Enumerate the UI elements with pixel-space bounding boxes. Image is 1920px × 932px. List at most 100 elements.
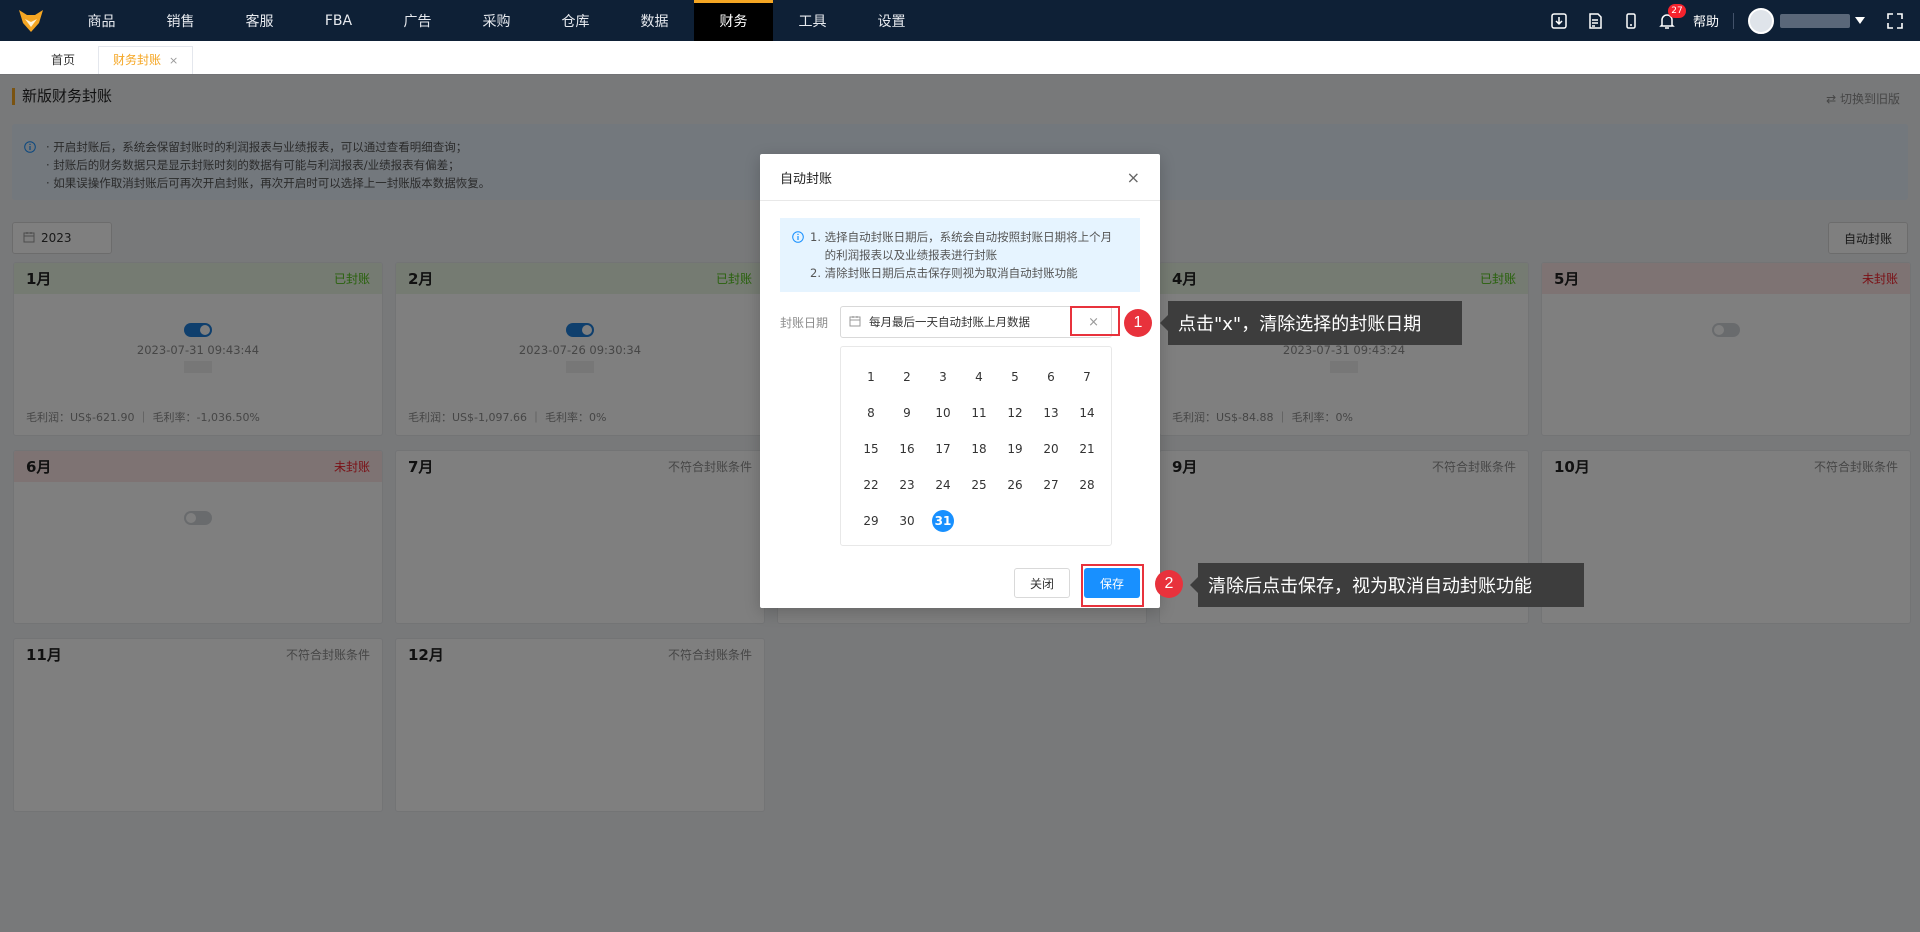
- day-number: 20: [1043, 442, 1059, 456]
- day-number: 27: [1043, 478, 1059, 492]
- nav-item-purchasing[interactable]: 采购: [457, 0, 536, 41]
- notice-line: 的利润报表以及业绩报表进行封账: [810, 248, 998, 262]
- day-number: 3: [939, 370, 947, 384]
- nav-item-tools[interactable]: 工具: [773, 0, 852, 41]
- day-number: 11: [971, 406, 987, 420]
- bell-icon[interactable]: 27: [1649, 0, 1686, 41]
- calendar-day[interactable]: 1: [853, 359, 889, 395]
- download-icon[interactable]: [1541, 0, 1577, 41]
- avatar[interactable]: [1748, 7, 1774, 34]
- calendar-day[interactable]: 14: [1069, 395, 1105, 431]
- calendar-day[interactable]: 3: [925, 359, 961, 395]
- calendar-day[interactable]: 6: [1033, 359, 1069, 395]
- close-icon[interactable]: ×: [169, 54, 178, 67]
- calendar-day[interactable]: 19: [997, 431, 1033, 467]
- calendar-day[interactable]: 31: [925, 503, 961, 539]
- tab-home[interactable]: 首页: [36, 46, 90, 74]
- day-number: 4: [975, 370, 983, 384]
- calendar-day[interactable]: 17: [925, 431, 961, 467]
- calendar-day[interactable]: 30: [889, 503, 925, 539]
- calendar-day[interactable]: 29: [853, 503, 889, 539]
- day-number: 31: [932, 510, 954, 532]
- calendar-day[interactable]: 13: [1033, 395, 1069, 431]
- nav-item-products[interactable]: 商品: [62, 0, 141, 41]
- calendar-day[interactable]: 5: [997, 359, 1033, 395]
- nav-item-customer-service[interactable]: 客服: [220, 0, 299, 41]
- calendar-icon: [849, 315, 861, 330]
- calendar-day[interactable]: 9: [889, 395, 925, 431]
- close-button[interactable]: 关闭: [1014, 568, 1070, 598]
- day-number: 24: [935, 478, 951, 492]
- nav-item-data[interactable]: 数据: [615, 0, 694, 41]
- calendar-day[interactable]: 26: [997, 467, 1033, 503]
- calendar-day[interactable]: 4: [961, 359, 997, 395]
- notification-badge: 27: [1667, 4, 1686, 18]
- dialog-notice: 1. 选择自动封账日期后，系统会自动按照封账日期将上个月 的利润报表以及业绩报表…: [780, 218, 1140, 292]
- day-number: 8: [867, 406, 875, 420]
- calendar-day[interactable]: 22: [853, 467, 889, 503]
- calendar-day[interactable]: 27: [1033, 467, 1069, 503]
- annotation-tooltip: 清除后点击保存，视为取消自动封账功能: [1190, 563, 1584, 607]
- caret-down-icon[interactable]: [1850, 0, 1870, 41]
- annotation-tooltip: 点击"x"，清除选择的封账日期: [1160, 301, 1462, 345]
- calendar-day[interactable]: 12: [997, 395, 1033, 431]
- day-number: 21: [1079, 442, 1095, 456]
- nav-item-finance[interactable]: 财务: [694, 0, 773, 41]
- day-number: 28: [1079, 478, 1095, 492]
- calendar-day[interactable]: 15: [853, 431, 889, 467]
- notice-line: 2. 清除封账日期后点击保存则视为取消自动封账功能: [810, 266, 1078, 280]
- tab-finance-closing[interactable]: 财务封账 ×: [98, 46, 194, 74]
- calendar-day[interactable]: 18: [961, 431, 997, 467]
- day-number: 25: [971, 478, 987, 492]
- tab-label: 财务封账: [113, 53, 162, 67]
- step-badge: 1: [1124, 309, 1152, 337]
- nav-item-warehouse[interactable]: 仓库: [536, 0, 615, 41]
- calendar-day[interactable]: 2: [889, 359, 925, 395]
- username-blurred[interactable]: [1780, 13, 1850, 28]
- notice-line: 1. 选择自动封账日期后，系统会自动按照封账日期将上个月: [810, 230, 1113, 244]
- document-icon[interactable]: [1577, 0, 1613, 41]
- step-badge: 2: [1155, 570, 1183, 598]
- fox-logo-icon[interactable]: [0, 0, 62, 41]
- calendar-day[interactable]: 24: [925, 467, 961, 503]
- day-number: 19: [1007, 442, 1023, 456]
- day-number: 1: [867, 370, 875, 384]
- dialog-title: 自动封账: [780, 171, 833, 187]
- divider: [1733, 12, 1734, 29]
- calendar-day[interactable]: 25: [961, 467, 997, 503]
- day-number: 26: [1007, 478, 1023, 492]
- close-icon[interactable]: ×: [1127, 168, 1140, 187]
- nav-item-sales[interactable]: 销售: [141, 0, 220, 41]
- mobile-icon[interactable]: [1613, 0, 1649, 41]
- calendar-day[interactable]: 10: [925, 395, 961, 431]
- day-number: 16: [899, 442, 915, 456]
- calendar-day[interactable]: 7: [1069, 359, 1105, 395]
- day-number: 23: [899, 478, 915, 492]
- day-number: 18: [971, 442, 987, 456]
- info-icon: [792, 230, 804, 248]
- calendar-day[interactable]: 23: [889, 467, 925, 503]
- calendar-day[interactable]: 20: [1033, 431, 1069, 467]
- nav-item-ads[interactable]: 广告: [378, 0, 457, 41]
- page-tab-bar: 首页 财务封账 ×: [0, 41, 1920, 75]
- top-navigation: 商品 销售 客服 FBA 广告 采购 仓库 数据 财务 工具 设置 27 帮助: [0, 0, 1920, 41]
- day-number: 13: [1043, 406, 1059, 420]
- nav-item-settings[interactable]: 设置: [852, 0, 931, 41]
- dialog-header: 自动封账 ×: [760, 154, 1160, 201]
- day-number: 2: [903, 370, 911, 384]
- calendar-day[interactable]: 21: [1069, 431, 1105, 467]
- day-number: 29: [863, 514, 879, 528]
- calendar-day[interactable]: 8: [853, 395, 889, 431]
- fullscreen-icon[interactable]: [1870, 0, 1920, 41]
- day-number: 12: [1007, 406, 1023, 420]
- day-of-month-picker: 1 2 3 4 5 6 7 8 9 10 11 12 13 14 15 16 17 18 19 20 21 22 23 24 2…: [840, 346, 1112, 546]
- help-link[interactable]: 帮助: [1693, 11, 1719, 30]
- calendar-day[interactable]: 11: [961, 395, 997, 431]
- nav-item-fba[interactable]: FBA: [299, 0, 378, 41]
- calendar-day[interactable]: 28: [1069, 467, 1105, 503]
- calendar-day[interactable]: 16: [889, 431, 925, 467]
- day-number: 6: [1047, 370, 1055, 384]
- day-number: 22: [863, 478, 879, 492]
- day-number: 15: [863, 442, 879, 456]
- day-number: 7: [1083, 370, 1091, 384]
